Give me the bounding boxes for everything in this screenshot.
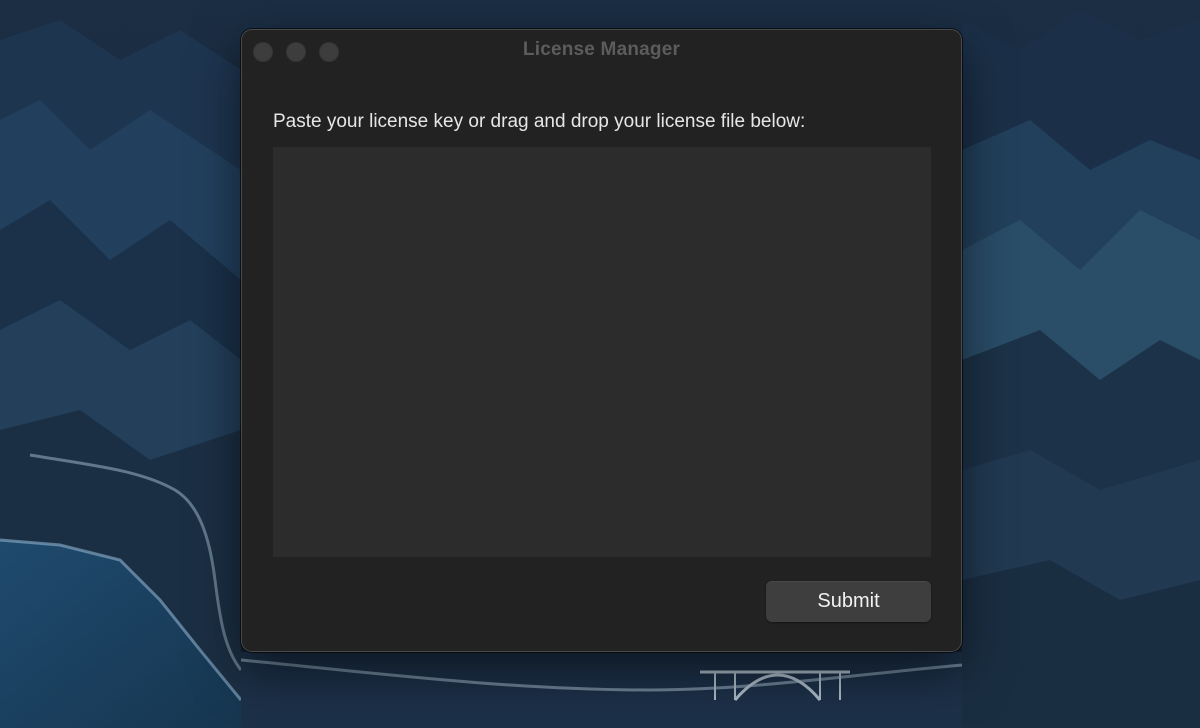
submit-button[interactable]: Submit xyxy=(766,581,931,622)
title-bar[interactable]: License Manager xyxy=(242,30,961,72)
instruction-label: Paste your license key or drag and drop … xyxy=(273,111,806,132)
window-title: License Manager xyxy=(522,39,681,60)
license-manager-window: License Manager Paste your license key o… xyxy=(241,29,962,652)
license-key-input[interactable] xyxy=(273,147,931,557)
